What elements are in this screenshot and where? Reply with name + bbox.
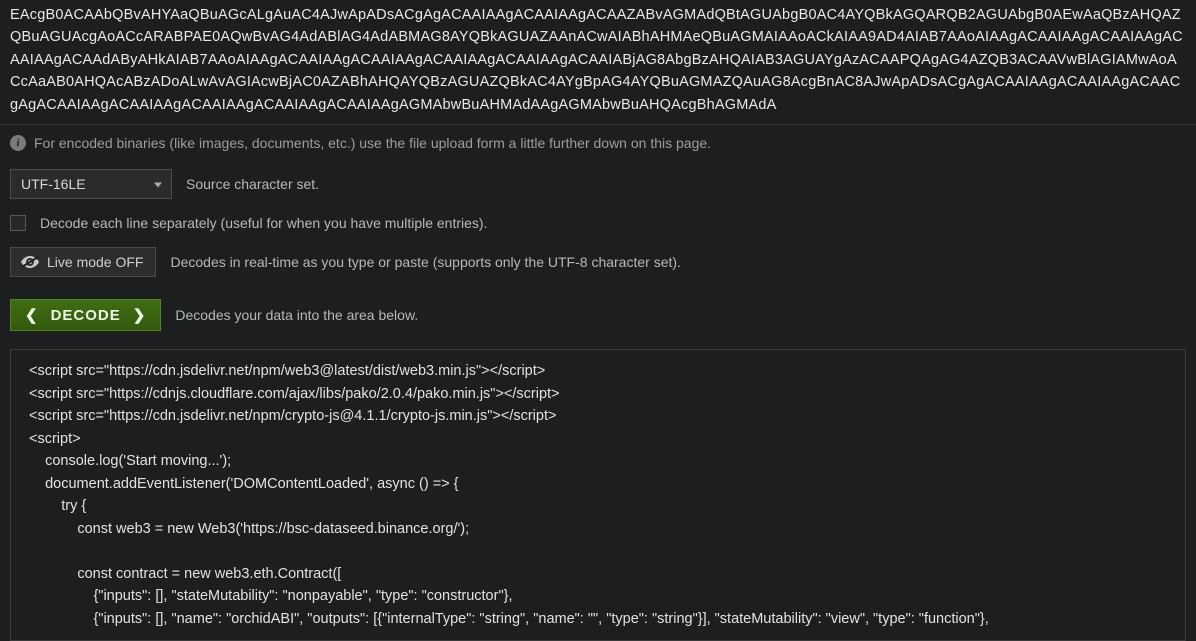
charset-label: Source character set.: [186, 176, 319, 192]
decode-each-line-row: Decode each line separately (useful for …: [0, 207, 1196, 239]
encoded-input-area[interactable]: EAcgB0ACAAbQBvAHYAaQBuAGcALgAuAC4AJwApAD…: [0, 0, 1196, 125]
decode-each-line-checkbox[interactable]: [10, 215, 26, 231]
hint-text: For encoded binaries (like images, docum…: [34, 135, 711, 151]
hint-row: i For encoded binaries (like images, doc…: [0, 125, 1196, 161]
live-mode-label: Live mode OFF: [47, 254, 143, 270]
eye-icon: [21, 256, 39, 268]
live-mode-description: Decodes in real-time as you type or past…: [170, 254, 680, 270]
decode-row: ❮ DECODE ❯ Decodes your data into the ar…: [0, 291, 1196, 339]
charset-row: UTF-16LE Source character set.: [0, 161, 1196, 207]
live-mode-button[interactable]: Live mode OFF: [10, 247, 156, 277]
chevron-right-icon: ❯: [133, 306, 147, 324]
decode-button-label: DECODE: [51, 307, 121, 324]
chevron-left-icon: ❮: [25, 306, 39, 324]
decode-each-line-label: Decode each line separately (useful for …: [40, 215, 487, 231]
decoded-output-area[interactable]: <script src="https://cdn.jsdelivr.net/np…: [10, 349, 1186, 641]
charset-select[interactable]: UTF-16LE: [10, 169, 172, 199]
decode-description: Decodes your data into the area below.: [175, 307, 418, 323]
live-mode-row: Live mode OFF Decodes in real-time as yo…: [0, 239, 1196, 285]
info-icon: i: [10, 135, 26, 151]
decode-button[interactable]: ❮ DECODE ❯: [10, 299, 161, 331]
